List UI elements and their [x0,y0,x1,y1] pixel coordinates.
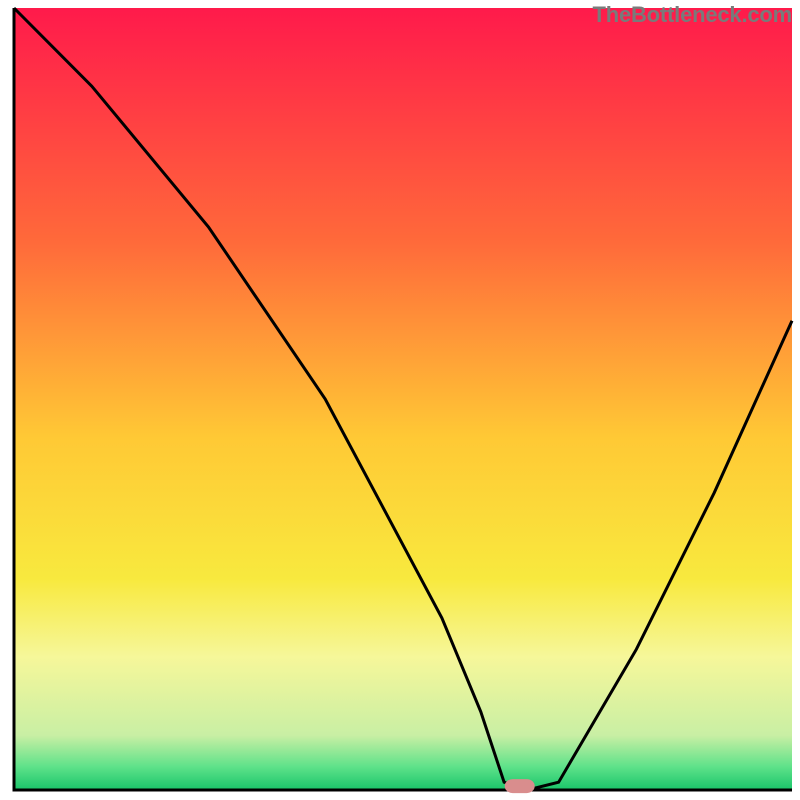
plot-background [14,8,792,790]
chart-frame: TheBottleneck.com [0,0,800,800]
bottleneck-chart [0,0,800,800]
watermark-text: TheBottleneck.com [592,2,792,28]
optimum-marker [505,779,535,793]
